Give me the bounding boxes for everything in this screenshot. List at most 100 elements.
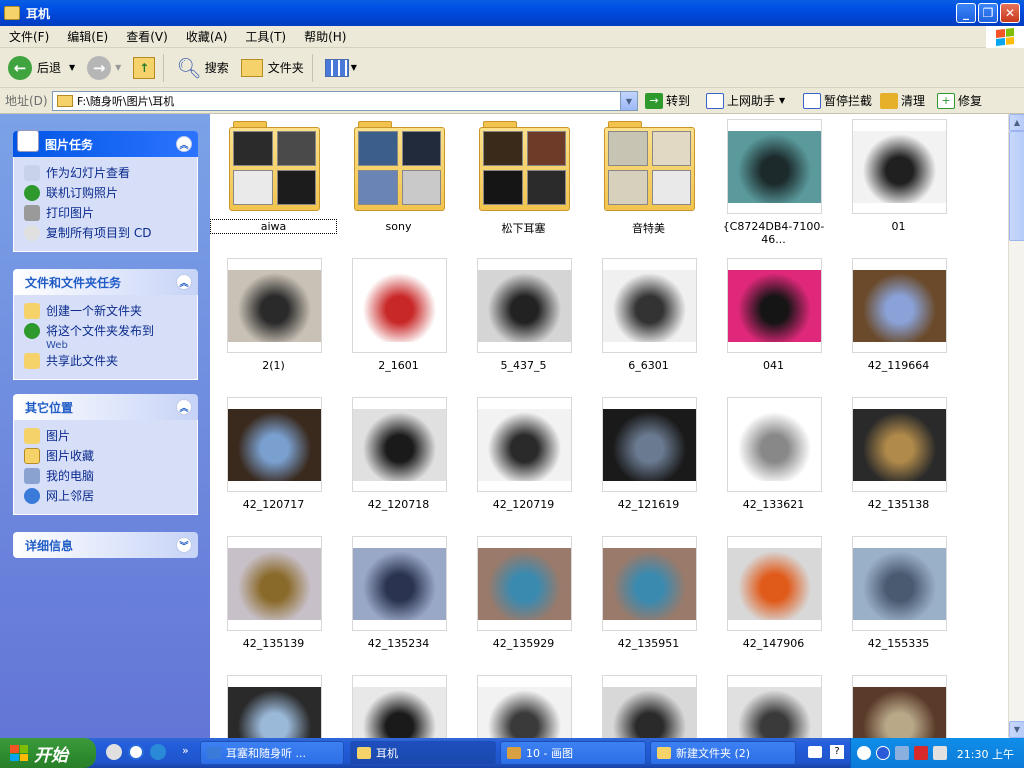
place-network-link[interactable]: 网上邻居 [24, 486, 197, 506]
image-item[interactable] [350, 675, 475, 738]
repair-button[interactable]: + 修复 [937, 92, 982, 109]
share-folder-link[interactable]: 共享此文件夹 [24, 351, 197, 371]
menu-edit[interactable]: 编辑(E) [58, 28, 117, 45]
scroll-up-button[interactable]: ▲ [1009, 114, 1024, 131]
place-my-computer-link[interactable]: 我的电脑 [24, 466, 197, 486]
show-hidden-icon[interactable] [857, 746, 871, 760]
new-folder-link[interactable]: 创建一个新文件夹 [24, 301, 197, 321]
image-item[interactable] [475, 675, 600, 738]
image-item[interactable]: 42_135139 [225, 536, 350, 650]
image-item[interactable]: {C8724DB4-7100-46... [723, 119, 850, 246]
image-item[interactable] [600, 675, 725, 738]
image-item[interactable] [850, 675, 975, 738]
image-item[interactable]: 2(1) [225, 258, 350, 372]
print-pictures-link[interactable]: 打印图片 [24, 203, 197, 223]
image-item[interactable]: 041 [725, 258, 850, 372]
close-button[interactable]: ✕ [1000, 3, 1020, 23]
forward-button[interactable]: → ▼ [83, 53, 125, 83]
image-item[interactable]: 01 [850, 119, 975, 233]
outlook-icon[interactable] [106, 744, 122, 760]
task-new-folder[interactable]: 新建文件夹 (2) [650, 741, 796, 765]
menu-file[interactable]: 文件(F) [0, 28, 58, 45]
image-item[interactable]: 42_120718 [350, 397, 475, 511]
task-earbuds-label: 耳塞和随身听 ... [226, 747, 306, 760]
image-item[interactable]: 42_121619 [600, 397, 725, 511]
image-item[interactable]: 42_119664 [850, 258, 975, 372]
image-item[interactable]: 42_135138 [850, 397, 975, 511]
place-pictures-link[interactable]: 图片 [24, 426, 197, 446]
image-item[interactable]: 42_135929 [475, 536, 600, 650]
task-earbuds[interactable]: 耳塞和随身听 ... [200, 741, 344, 765]
clean-button[interactable]: 清理 [880, 92, 925, 109]
menu-view[interactable]: 查看(V) [117, 28, 177, 45]
folder-item[interactable]: sony [350, 119, 475, 233]
up-folder-button[interactable]: ↑ [129, 53, 159, 83]
start-button[interactable]: 开始 [0, 738, 96, 768]
address-input[interactable]: F:\随身听\图片\耳机 ▼ [52, 91, 638, 111]
menu-tools[interactable]: 工具(T) [236, 28, 295, 45]
collapse-icon[interactable]: ︽ [176, 399, 192, 415]
minimize-button[interactable]: _ [956, 3, 976, 23]
folders-button[interactable]: 文件夹 [237, 53, 308, 83]
image-item[interactable]: 42_120717 [225, 397, 350, 511]
image-item[interactable]: 42_133621 [725, 397, 850, 511]
views-button[interactable]: ▼ [321, 53, 361, 83]
image-item[interactable]: 6_6301 [600, 258, 725, 372]
task-earphones[interactable]: 耳机 [350, 741, 496, 765]
antivirus-icon[interactable] [914, 746, 928, 760]
folder-item[interactable]: 松下耳塞 [475, 119, 600, 235]
collapse-icon[interactable]: ︽ [176, 136, 192, 152]
image-item[interactable]: 42_155335 [850, 536, 975, 650]
image-item[interactable]: 42_120719 [475, 397, 600, 511]
place-my-pictures-link[interactable]: 图片收藏 [24, 446, 197, 466]
qq-icon[interactable] [128, 744, 144, 760]
toolbar: ← 后退 ▼ → ▼ ↑ 🔍︎ 搜索 文件夹 ▼ [0, 48, 1024, 88]
repair-icon: + [937, 92, 955, 109]
pause-block-button[interactable]: 暂停拦截 [803, 92, 872, 109]
back-button[interactable]: ← 后退 ▼ [4, 53, 79, 83]
folder-item[interactable]: 音特美 [600, 119, 725, 235]
slideshow-link[interactable]: 作为幻灯片查看 [24, 163, 197, 183]
publish-web-link[interactable]: 将这个文件夹发布到 Web [24, 321, 197, 351]
image-item[interactable]: 2_1601 [350, 258, 475, 372]
qq-tray-icon[interactable] [876, 746, 890, 760]
expand-icon[interactable]: ︾ [176, 537, 192, 553]
address-dropdown-button[interactable]: ▼ [620, 92, 637, 110]
scroll-thumb[interactable] [1009, 131, 1024, 241]
image-item[interactable] [725, 675, 850, 738]
chevron-down-icon[interactable]: ▼ [69, 63, 75, 72]
place-my-pictures-label: 图片收藏 [46, 449, 95, 463]
volume-icon[interactable] [933, 746, 947, 760]
search-button[interactable]: 🔍︎ 搜索 [172, 53, 232, 83]
details-header[interactable]: 详细信息 ︾ [13, 532, 198, 558]
scroll-down-button[interactable]: ▼ [1009, 721, 1024, 738]
go-button[interactable]: → 转到 [645, 92, 690, 109]
title-bar[interactable]: 耳机 _ ❐ ✕ [0, 0, 1024, 26]
picture-tasks-header[interactable]: 图片任务 ︽ [13, 130, 198, 157]
other-places-title: 其它位置 [25, 400, 74, 415]
file-tasks-header[interactable]: 文件和文件夹任务 ︽ [13, 269, 198, 295]
collapse-icon[interactable]: ︽ [176, 274, 192, 290]
image-item[interactable]: 5_437_5 [475, 258, 600, 372]
image-thumbnail [602, 258, 697, 353]
image-item[interactable]: 42_135951 [600, 536, 725, 650]
order-prints-link[interactable]: 联机订购照片 [24, 183, 197, 203]
help-icon[interactable]: ? [830, 745, 844, 759]
menu-favorites[interactable]: 收藏(A) [177, 28, 237, 45]
online-helper-button[interactable]: 上网助手 ▼ [706, 92, 785, 109]
image-item[interactable]: 42_135234 [350, 536, 475, 650]
menu-help[interactable]: 帮助(H) [295, 28, 355, 45]
image-item[interactable] [225, 675, 350, 738]
ie-icon[interactable] [150, 744, 166, 760]
maximize-button[interactable]: ❐ [978, 3, 998, 23]
folder-thumbnail-icon [352, 119, 447, 214]
image-item[interactable]: 42_147906 [725, 536, 850, 650]
network-icon[interactable] [895, 746, 909, 760]
task-paint[interactable]: 10 - 画图 [500, 741, 646, 765]
keyboard-icon[interactable] [808, 746, 822, 758]
other-places-header[interactable]: 其它位置 ︽ [13, 394, 198, 420]
quick-launch-more-icon[interactable]: » [182, 744, 189, 757]
folder-item[interactable]: aiwa [210, 119, 350, 234]
copy-to-cd-link[interactable]: 复制所有项目到 CD [24, 223, 197, 243]
vertical-scrollbar[interactable]: ▲ ▼ [1008, 114, 1024, 738]
